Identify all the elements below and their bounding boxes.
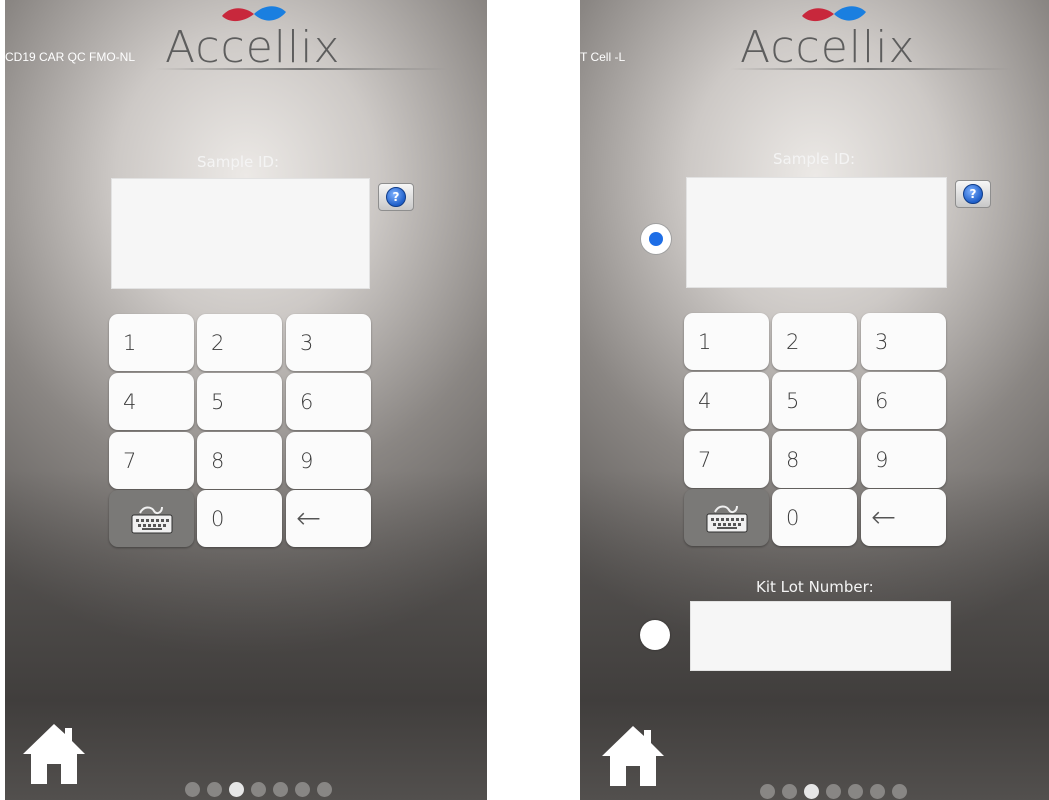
- sample-id-input[interactable]: [686, 177, 947, 288]
- key-2[interactable]: 2: [197, 314, 282, 371]
- key-1[interactable]: 1: [684, 313, 769, 370]
- help-button[interactable]: ?: [378, 183, 414, 211]
- sample-id-radio[interactable]: [641, 224, 671, 254]
- context-label: CD19 CAR QC FMO-NL: [5, 50, 136, 64]
- home-icon[interactable]: [598, 722, 668, 788]
- key-9[interactable]: 9: [861, 431, 946, 488]
- key-8[interactable]: 8: [197, 432, 282, 489]
- key-0[interactable]: 0: [772, 489, 857, 546]
- accellix-logo-text: Accellix: [740, 22, 916, 73]
- page-dot[interactable]: [892, 784, 907, 799]
- home-icon[interactable]: [19, 720, 89, 786]
- page-dot[interactable]: [295, 782, 310, 797]
- kit-lot-input[interactable]: [690, 601, 951, 671]
- help-button[interactable]: ?: [955, 180, 991, 208]
- page-indicator: [185, 782, 332, 797]
- page-indicator: [760, 784, 907, 799]
- context-label: T Cell -L: [580, 50, 626, 64]
- key-3[interactable]: 3: [861, 313, 946, 370]
- key-4[interactable]: 4: [109, 373, 194, 430]
- backspace-button[interactable]: ←: [861, 489, 946, 546]
- page-dot-active[interactable]: [804, 784, 819, 799]
- backspace-button[interactable]: ←: [286, 490, 371, 547]
- key-5[interactable]: 5: [772, 372, 857, 429]
- keyboard-toggle-button[interactable]: [109, 490, 194, 547]
- help-icon: ?: [963, 184, 983, 204]
- screen-right: T Cell -L Accellix Sample ID: ? 1 2 3 4 …: [580, 0, 1049, 800]
- accellix-logo-text: Accellix: [165, 22, 341, 73]
- keyboard-toggle-button[interactable]: [684, 489, 769, 546]
- key-7[interactable]: 7: [684, 431, 769, 488]
- key-4[interactable]: 4: [684, 372, 769, 429]
- page-dot[interactable]: [848, 784, 863, 799]
- key-9[interactable]: 9: [286, 432, 371, 489]
- page-dot[interactable]: [826, 784, 841, 799]
- key-6[interactable]: 6: [861, 372, 946, 429]
- page-dot[interactable]: [317, 782, 332, 797]
- key-0[interactable]: 0: [197, 490, 282, 547]
- help-icon: ?: [386, 187, 406, 207]
- numeric-keypad: 1 2 3 4 5 6 7 8 9 0 ←: [109, 314, 373, 547]
- sample-id-label: Sample ID:: [773, 150, 856, 168]
- page-dot[interactable]: [782, 784, 797, 799]
- keyboard-icon: [131, 506, 172, 533]
- page-dot[interactable]: [273, 782, 288, 797]
- key-6[interactable]: 6: [286, 373, 371, 430]
- key-1[interactable]: 1: [109, 314, 194, 371]
- key-7[interactable]: 7: [109, 432, 194, 489]
- key-3[interactable]: 3: [286, 314, 371, 371]
- page-dot-active[interactable]: [229, 782, 244, 797]
- page-dot[interactable]: [870, 784, 885, 799]
- numeric-keypad: 1 2 3 4 5 6 7 8 9 0 ←: [684, 313, 948, 546]
- page-dot[interactable]: [185, 782, 200, 797]
- page-dot[interactable]: [760, 784, 775, 799]
- page-dot[interactable]: [207, 782, 222, 797]
- kit-lot-radio[interactable]: [640, 620, 670, 650]
- key-2[interactable]: 2: [772, 313, 857, 370]
- sample-id-label: Sample ID:: [197, 153, 280, 171]
- page-dot[interactable]: [251, 782, 266, 797]
- keyboard-icon: [706, 505, 747, 532]
- screen-left: CD19 CAR QC FMO-NL Accellix Sample ID: ?…: [5, 0, 487, 800]
- key-8[interactable]: 8: [772, 431, 857, 488]
- kit-lot-label: Kit Lot Number:: [756, 578, 874, 596]
- key-5[interactable]: 5: [197, 373, 282, 430]
- sample-id-input[interactable]: [111, 178, 370, 289]
